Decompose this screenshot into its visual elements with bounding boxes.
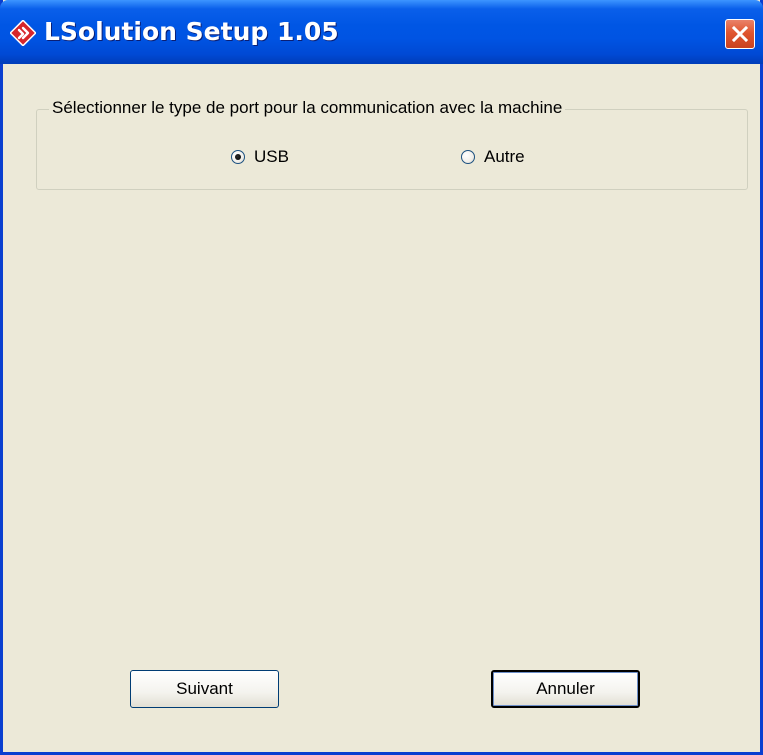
radio-autre[interactable]: Autre [461, 146, 525, 168]
cancel-button[interactable]: Annuler [491, 670, 640, 708]
port-type-groupbox [36, 109, 748, 190]
setup-dialog: LSolution Setup 1.05 Sélectionner le typ… [0, 0, 763, 755]
next-button[interactable]: Suivant [130, 670, 279, 708]
radio-button-unselected[interactable] [461, 150, 475, 164]
radio-dot [235, 154, 241, 160]
radio-autre-label[interactable]: Autre [484, 146, 525, 168]
radio-button-selected[interactable] [231, 150, 245, 164]
radio-usb-label[interactable]: USB [254, 146, 289, 168]
close-button[interactable] [725, 19, 755, 49]
close-icon [731, 25, 749, 43]
radio-usb[interactable]: USB [231, 146, 289, 168]
port-type-legend: Sélectionner le type de port pour la com… [49, 97, 566, 119]
window-title: LSolution Setup 1.05 [44, 17, 339, 46]
app-diamond-icon [9, 19, 37, 47]
title-bar[interactable]: LSolution Setup 1.05 [0, 0, 763, 64]
